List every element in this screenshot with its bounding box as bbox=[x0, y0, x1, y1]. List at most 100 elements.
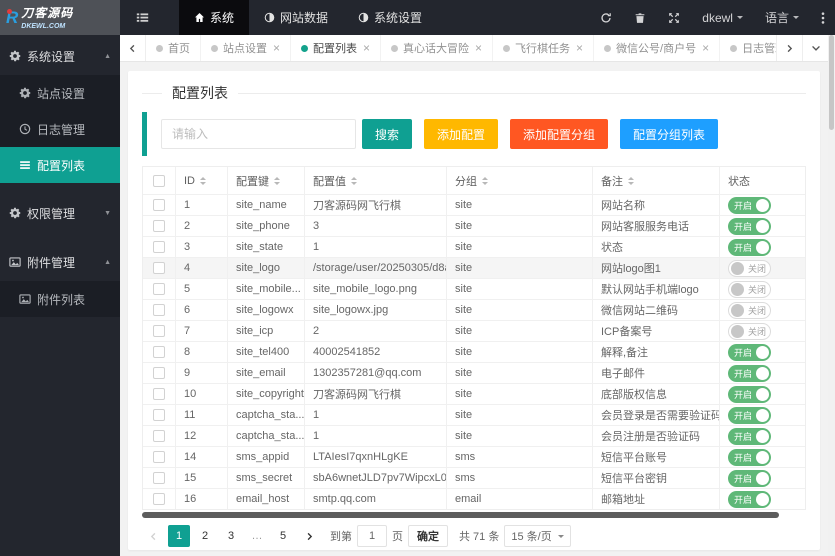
row-checkbox[interactable] bbox=[153, 451, 165, 463]
status-toggle[interactable]: 开启 bbox=[728, 217, 771, 235]
sidebar-item-附件列表[interactable]: 附件列表 bbox=[0, 281, 120, 317]
status-toggle[interactable]: 关闭 bbox=[728, 322, 771, 340]
top-menu-item-1[interactable]: 系统 bbox=[179, 0, 250, 35]
sidebar-section-2[interactable]: 权限管理 ▼ bbox=[0, 194, 120, 232]
status-toggle[interactable]: 开启 bbox=[728, 448, 771, 466]
page-button-5[interactable]: 5 bbox=[272, 525, 294, 547]
row-checkbox[interactable] bbox=[153, 199, 165, 211]
row-checkbox[interactable] bbox=[153, 262, 165, 274]
fullscreen-button[interactable] bbox=[668, 12, 680, 24]
sidebar-item-日志管理[interactable]: 日志管理 bbox=[0, 111, 120, 147]
refresh-button[interactable] bbox=[600, 12, 612, 24]
status-toggle[interactable]: 开启 bbox=[728, 490, 771, 508]
toggle-label: 关闭 bbox=[748, 263, 767, 274]
tab-飞行棋任务[interactable]: 飞行棋任务 × bbox=[493, 35, 595, 61]
add-config-group-button[interactable]: 添加配置分组 bbox=[510, 119, 609, 149]
cell-status: 关闭 bbox=[720, 321, 805, 341]
language-menu[interactable]: 语言 bbox=[765, 9, 799, 26]
top-menu-item-2[interactable]: 网站数据 bbox=[249, 0, 343, 35]
row-checkbox[interactable] bbox=[153, 283, 165, 295]
tab-close-icon[interactable]: × bbox=[363, 41, 370, 55]
select-all-checkbox[interactable] bbox=[153, 174, 165, 187]
clear-cache-button[interactable] bbox=[634, 12, 646, 24]
sort-icons[interactable] bbox=[200, 174, 206, 188]
sort-icons[interactable] bbox=[274, 174, 280, 188]
tab-微信公号/商户号[interactable]: 微信公号/商户号 × bbox=[594, 35, 721, 61]
logo-icon: R bbox=[6, 7, 19, 27]
config-group-list-button[interactable]: 配置分组列表 bbox=[620, 119, 719, 149]
app-logo[interactable]: R 刀客源码 DKEWL.COM bbox=[0, 0, 120, 35]
column-header-配置值[interactable]: 配置值 bbox=[305, 167, 447, 194]
user-menu[interactable]: dkewl bbox=[702, 11, 743, 25]
row-checkbox-cell bbox=[143, 258, 176, 278]
add-config-button[interactable]: 添加配置 bbox=[424, 119, 499, 149]
status-toggle[interactable]: 开启 bbox=[728, 238, 771, 256]
next-page-button[interactable] bbox=[298, 525, 320, 547]
row-checkbox[interactable] bbox=[153, 325, 165, 337]
sidebar-section-1[interactable]: 系统设置 ▲ bbox=[0, 37, 120, 75]
page-button-3[interactable]: 3 bbox=[220, 525, 242, 547]
tab-close-icon[interactable]: × bbox=[702, 41, 709, 55]
row-checkbox[interactable] bbox=[153, 346, 165, 358]
row-checkbox[interactable] bbox=[153, 220, 165, 232]
tab-dot bbox=[211, 44, 218, 52]
tab-配置列表[interactable]: 配置列表 × bbox=[291, 35, 382, 61]
column-header-备注[interactable]: 备注 bbox=[593, 167, 720, 194]
prev-page-button[interactable] bbox=[142, 525, 164, 547]
status-toggle[interactable]: 开启 bbox=[728, 385, 771, 403]
status-toggle[interactable]: 开启 bbox=[728, 343, 771, 361]
tabs-menu-button[interactable] bbox=[802, 35, 828, 61]
sidebar-section-3[interactable]: 附件管理 ▲ bbox=[0, 243, 120, 281]
status-toggle[interactable]: 开启 bbox=[728, 196, 771, 214]
status-toggle[interactable]: 开启 bbox=[728, 406, 771, 424]
row-checkbox[interactable] bbox=[153, 304, 165, 316]
row-checkbox[interactable] bbox=[153, 430, 165, 442]
tab-label: 配置列表 bbox=[313, 43, 358, 55]
sort-icons[interactable] bbox=[351, 174, 357, 188]
page-number-input[interactable] bbox=[357, 525, 387, 547]
tab-close-icon[interactable]: × bbox=[576, 41, 583, 55]
sort-icons[interactable] bbox=[628, 174, 634, 188]
row-checkbox[interactable] bbox=[153, 241, 165, 253]
tab-真心话大冒险[interactable]: 真心话大冒险 × bbox=[381, 35, 494, 61]
per-page-select[interactable]: 15 条/页 bbox=[504, 525, 571, 547]
row-checkbox[interactable] bbox=[153, 493, 165, 505]
tabs-scroll-right-button[interactable] bbox=[776, 35, 802, 61]
page-button-2[interactable]: 2 bbox=[194, 525, 216, 547]
status-toggle[interactable]: 开启 bbox=[728, 427, 771, 445]
confirm-page-button[interactable]: 确定 bbox=[408, 525, 448, 547]
top-menu-item-3[interactable]: 系统设置 bbox=[343, 0, 437, 35]
row-checkbox[interactable] bbox=[153, 472, 165, 484]
sidebar-toggle-button[interactable] bbox=[120, 0, 165, 35]
column-header-label: 分组 bbox=[455, 175, 477, 188]
column-header-配置键[interactable]: 配置键 bbox=[228, 167, 305, 194]
table-row: 12 captcha_sta... 1 site 会员注册是否验证码 开启 bbox=[143, 425, 805, 446]
tab-close-icon[interactable]: × bbox=[475, 41, 482, 55]
tab-日志管理[interactable]: 日志管理× bbox=[720, 35, 776, 61]
gear-icon bbox=[19, 87, 31, 99]
column-header-分组[interactable]: 分组 bbox=[447, 167, 593, 194]
more-menu-button[interactable] bbox=[821, 11, 825, 25]
status-toggle[interactable]: 开启 bbox=[728, 364, 771, 382]
tab-站点设置[interactable]: 站点设置 × bbox=[201, 35, 292, 61]
page-button-1[interactable]: 1 bbox=[168, 525, 190, 547]
status-toggle[interactable]: 关闭 bbox=[728, 280, 771, 298]
tabs-scroll-left-button[interactable] bbox=[120, 35, 146, 61]
sort-icons[interactable] bbox=[482, 174, 488, 188]
toggle-knob bbox=[731, 282, 744, 296]
search-button[interactable]: 搜索 bbox=[362, 119, 413, 149]
column-header-ID[interactable]: ID bbox=[176, 167, 228, 194]
search-input[interactable] bbox=[161, 119, 356, 149]
row-checkbox[interactable] bbox=[153, 367, 165, 379]
horizontal-scrollbar-thumb[interactable] bbox=[142, 512, 780, 518]
tab-首页[interactable]: 首页 bbox=[146, 35, 201, 61]
status-toggle[interactable]: 关闭 bbox=[728, 301, 771, 319]
tab-close-icon[interactable]: × bbox=[273, 41, 280, 55]
status-toggle[interactable]: 开启 bbox=[728, 469, 771, 487]
row-checkbox[interactable] bbox=[153, 409, 165, 421]
status-toggle[interactable]: 关闭 bbox=[728, 259, 771, 277]
page-scrollbar-thumb[interactable] bbox=[829, 35, 834, 130]
sidebar-item-站点设置[interactable]: 站点设置 bbox=[0, 75, 120, 111]
row-checkbox[interactable] bbox=[153, 388, 165, 400]
sidebar-item-配置列表[interactable]: 配置列表 bbox=[0, 147, 120, 183]
